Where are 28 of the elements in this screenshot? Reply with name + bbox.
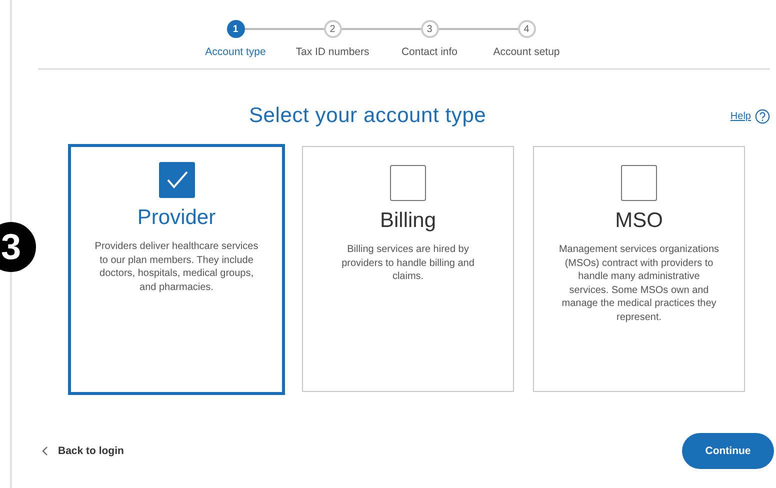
back-link[interactable]: Back to login — [42, 445, 124, 457]
account-type-name: Provider — [137, 206, 216, 230]
step-number: 4 — [518, 20, 536, 38]
callout-badge: 3 — [0, 222, 36, 272]
step-label: Account type — [205, 46, 266, 58]
account-type-description: Management services organizations (MSOs) contract with providers to handle many administrative services. Some MSOs own and manage the medical practices they represent. — [558, 243, 720, 324]
account-type-card[interactable]: MSO Management services organizations (MSOs) contract with providers to handle many administrative services. Some MSOs own and manage the medical practices they represent. — [533, 146, 745, 392]
step-label: Account setup — [493, 46, 560, 58]
account-type-name: Billing — [380, 209, 436, 233]
checkbox[interactable] — [621, 165, 657, 201]
account-type-description: Billing services are hired by providers to handle billing and claims. — [340, 243, 476, 284]
help-icon[interactable] — [755, 108, 770, 124]
step-number: 3 — [420, 20, 438, 38]
account-type-card[interactable]: Provider Providers deliver healthcare services to our plan members. They include doctors, hospitals, medical groups, and pharmacies. — [68, 144, 285, 395]
continue-button[interactable]: Continue — [682, 433, 774, 469]
step-number: 2 — [324, 20, 342, 38]
account-type-description: Providers deliver healthcare services to our plan members. They include doctors, hospitals, medical groups, and pharmacies. — [94, 240, 260, 294]
checkbox[interactable] — [158, 162, 194, 198]
account-type-name: MSO — [615, 209, 663, 233]
page-title: Select your account type — [249, 104, 486, 128]
help-link[interactable]: Help — [730, 110, 751, 122]
account-type-card[interactable]: Billing Billing services are hired by providers to handle billing and claims. — [302, 146, 514, 392]
checkbox[interactable] — [390, 165, 426, 201]
back-link-text[interactable]: Back to login — [58, 445, 124, 457]
chevron-left-icon — [42, 446, 48, 456]
step-label: Contact info — [401, 46, 458, 58]
step-number: 1 — [226, 20, 244, 38]
step-label: Tax ID numbers — [296, 46, 370, 58]
